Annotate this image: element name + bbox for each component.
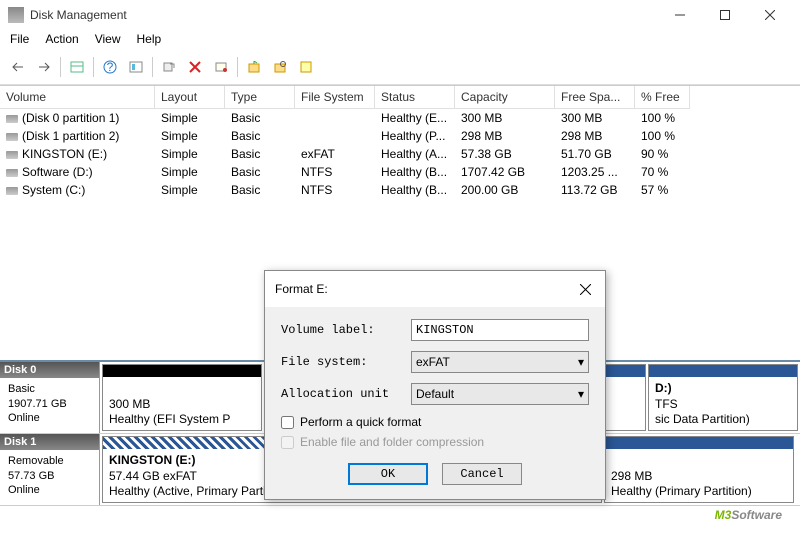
tool2-icon[interactable] <box>268 56 292 78</box>
disk-info[interactable]: Disk 0Basic1907.71 GBOnline <box>0 362 100 433</box>
properties-icon[interactable] <box>209 56 233 78</box>
menu-view[interactable]: View <box>95 32 121 46</box>
allocation-unit-label: Allocation unit <box>281 387 411 401</box>
menubar: File Action View Help <box>0 30 800 52</box>
table-row[interactable]: KINGSTON (E:)SimpleBasicexFATHealthy (A.… <box>0 145 800 163</box>
minimize-button[interactable] <box>657 1 702 29</box>
col-type[interactable]: Type <box>225 86 295 109</box>
delete-icon[interactable] <box>183 56 207 78</box>
partition[interactable]: 298 MBHealthy (Primary Partition) <box>604 436 794 503</box>
col-status[interactable]: Status <box>375 86 455 109</box>
settings-icon[interactable] <box>124 56 148 78</box>
app-icon <box>8 7 24 23</box>
refresh-icon[interactable] <box>157 56 181 78</box>
svg-text:?: ? <box>107 60 114 74</box>
window-title: Disk Management <box>30 8 657 22</box>
chevron-down-icon: ▾ <box>578 387 584 401</box>
volume-table: Volume Layout Type File System Status Ca… <box>0 85 800 199</box>
menu-action[interactable]: Action <box>45 32 78 46</box>
col-filesystem[interactable]: File System <box>295 86 375 109</box>
forward-button[interactable] <box>32 56 56 78</box>
watermark: M3Software <box>715 494 782 526</box>
allocation-unit-select[interactable]: Default ▾ <box>411 383 589 405</box>
titlebar: Disk Management <box>0 0 800 30</box>
col-freespace[interactable]: Free Spa... <box>555 86 635 109</box>
toolbar: ? <box>0 52 800 85</box>
help-icon[interactable]: ? <box>98 56 122 78</box>
volume-icon <box>6 187 18 195</box>
table-header: Volume Layout Type File System Status Ca… <box>0 86 800 109</box>
partition[interactable]: 300 MBHealthy (EFI System P <box>102 364 262 431</box>
disk-info[interactable]: Disk 1Removable57.73 GBOnline <box>0 434 100 505</box>
col-layout[interactable]: Layout <box>155 86 225 109</box>
dialog-close-button[interactable] <box>575 279 595 299</box>
menu-help[interactable]: Help <box>137 32 162 46</box>
quick-format-checkbox[interactable]: Perform a quick format <box>281 415 589 429</box>
table-row[interactable]: (Disk 1 partition 2)SimpleBasicHealthy (… <box>0 127 800 145</box>
ok-button[interactable]: OK <box>348 463 428 485</box>
volume-icon <box>6 115 18 123</box>
cancel-button[interactable]: Cancel <box>442 463 522 485</box>
col-pctfree[interactable]: % Free <box>635 86 690 109</box>
dialog-title: Format E: <box>275 282 328 296</box>
volume-label-label: Volume label: <box>281 323 411 337</box>
table-row[interactable]: System (C:)SimpleBasicNTFSHealthy (B...2… <box>0 181 800 199</box>
volume-label-input[interactable] <box>411 319 589 341</box>
file-system-select[interactable]: exFAT ▾ <box>411 351 589 373</box>
maximize-button[interactable] <box>702 1 747 29</box>
menu-file[interactable]: File <box>10 32 29 46</box>
volume-icon <box>6 169 18 177</box>
col-capacity[interactable]: Capacity <box>455 86 555 109</box>
tool3-icon[interactable] <box>294 56 318 78</box>
tool1-icon[interactable] <box>242 56 266 78</box>
volume-icon <box>6 151 18 159</box>
chevron-down-icon: ▾ <box>578 355 584 369</box>
view-list-icon[interactable] <box>65 56 89 78</box>
partition[interactable]: D:)TFSsic Data Partition) <box>648 364 798 431</box>
volume-icon <box>6 133 18 141</box>
table-row[interactable]: (Disk 0 partition 1)SimpleBasicHealthy (… <box>0 109 800 127</box>
compression-checkbox: Enable file and folder compression <box>281 435 589 449</box>
close-button[interactable] <box>747 1 792 29</box>
file-system-label: File system: <box>281 355 411 369</box>
format-dialog: Format E: Volume label: File system: exF… <box>264 270 606 500</box>
back-button[interactable] <box>6 56 30 78</box>
col-volume[interactable]: Volume <box>0 86 155 109</box>
table-row[interactable]: Software (D:)SimpleBasicNTFSHealthy (B..… <box>0 163 800 181</box>
